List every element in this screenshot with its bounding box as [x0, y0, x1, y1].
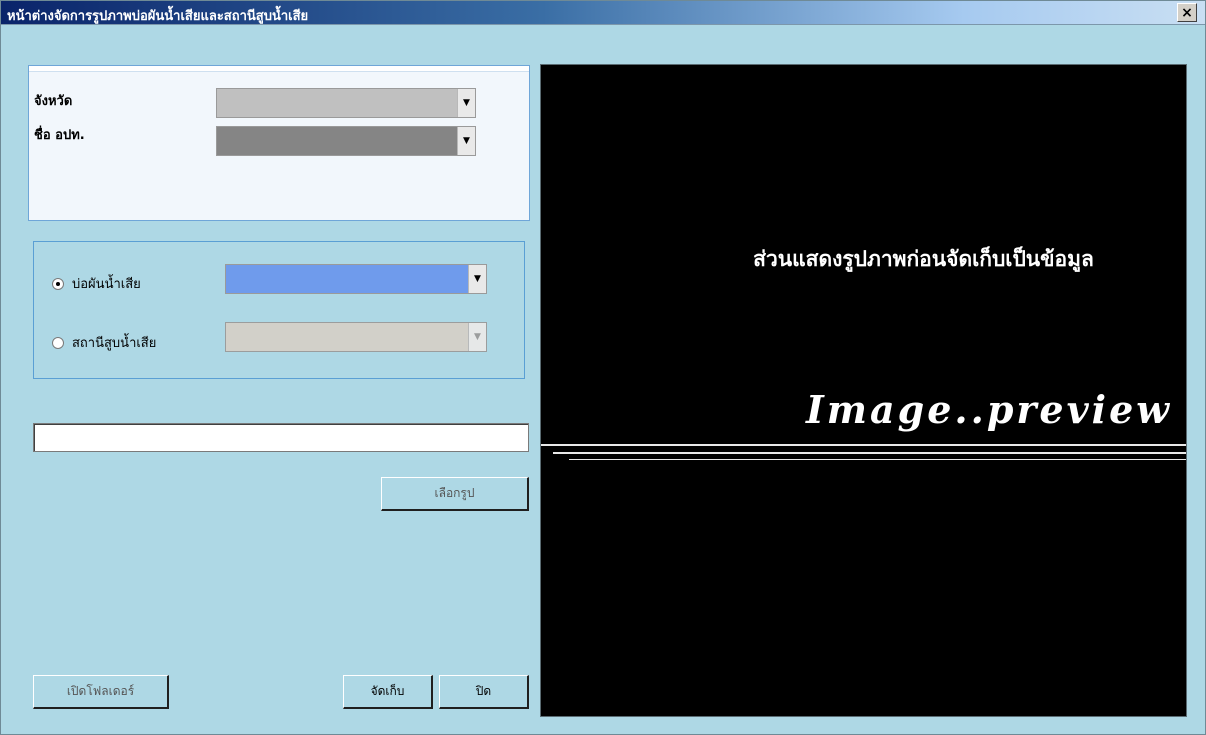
chevron-down-icon[interactable]: ▼ [457, 127, 475, 155]
preview-caption: ส่วนแสดงรูปภาพก่อนจัดเก็บเป็นข้อมูล [753, 247, 1094, 271]
pumping-station-select[interactable]: ▼ [225, 322, 487, 352]
province-label: จังหวัด [34, 94, 73, 109]
facility-type-panel: บ่อผันน้ำเสีย ▼ สถานีสูบน้ำเสีย ▼ [33, 241, 525, 379]
preview-divider [569, 459, 1186, 460]
panel-header-strip [29, 66, 529, 72]
close-window-button[interactable]: × [1177, 3, 1197, 22]
dialog-window: หน้าต่างจัดการรูปภาพบ่อผันน้ำเสียและสถาน… [0, 0, 1206, 735]
pond-select-value [226, 265, 468, 293]
select-image-button[interactable]: เลือกรูป [381, 477, 529, 511]
chevron-down-icon[interactable]: ▼ [468, 265, 486, 293]
preview-divider [553, 452, 1186, 454]
location-panel: จังหวัด ▼ ชื่อ อปท. ▼ [28, 65, 530, 221]
chevron-down-icon[interactable]: ▼ [468, 323, 486, 351]
radio-checked-icon[interactable] [52, 277, 64, 290]
chevron-down-icon[interactable]: ▼ [457, 89, 475, 117]
province-select[interactable]: ▼ [216, 88, 476, 118]
open-folder-button[interactable]: เปิดโฟลเดอร์ [33, 675, 169, 709]
radio-label: สถานีสูบน้ำเสีย [72, 336, 157, 351]
save-button[interactable]: จัดเก็บ [343, 675, 433, 709]
title-bar[interactable]: หน้าต่างจัดการรูปภาพบ่อผันน้ำเสียและสถาน… [1, 1, 1205, 25]
station-select-value [226, 323, 468, 351]
window-title: หน้าต่างจัดการรูปภาพบ่อผันน้ำเสียและสถาน… [7, 9, 309, 24]
radio-unchecked-icon[interactable] [52, 336, 64, 349]
file-path-field[interactable] [33, 423, 529, 452]
close-icon: × [1181, 4, 1193, 21]
lao-value [217, 127, 457, 155]
radio-label: บ่อผันน้ำเสีย [72, 277, 141, 292]
lao-label: ชื่อ อปท. [34, 128, 85, 143]
wastewater-pond-select[interactable]: ▼ [225, 264, 487, 294]
province-value [217, 89, 457, 117]
preview-watermark: Image..preview [806, 387, 1172, 432]
radio-wastewater-pond[interactable]: บ่อผันน้ำเสีย [52, 273, 141, 294]
close-button[interactable]: ปิด [439, 675, 529, 709]
lao-select[interactable]: ▼ [216, 126, 476, 156]
image-preview: ส่วนแสดงรูปภาพก่อนจัดเก็บเป็นข้อมูล Imag… [540, 64, 1187, 717]
preview-divider [541, 444, 1186, 446]
radio-pumping-station[interactable]: สถานีสูบน้ำเสีย [52, 332, 156, 353]
